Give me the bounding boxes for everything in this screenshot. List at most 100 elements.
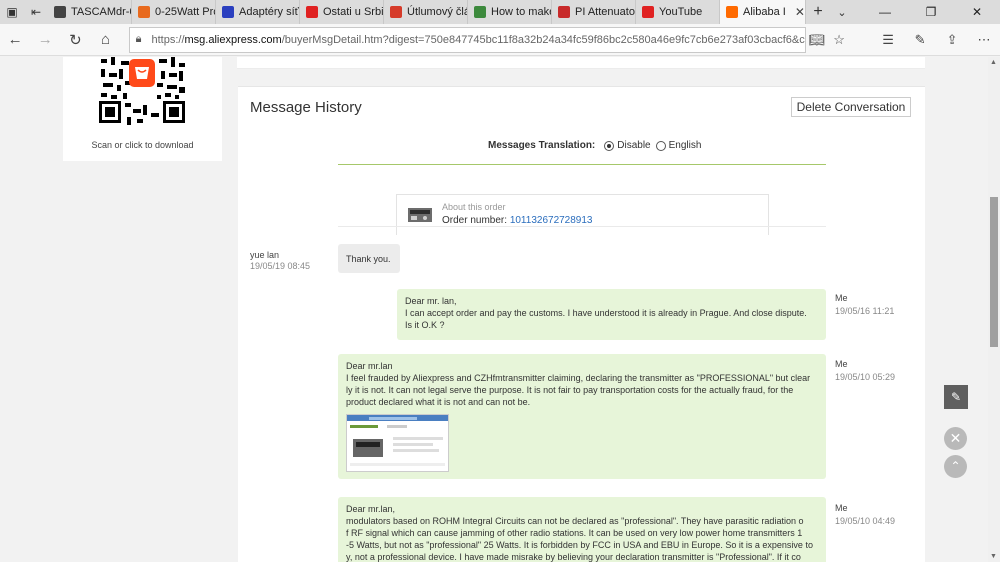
new-tab-button[interactable]: + <box>806 0 830 24</box>
maximize-icon[interactable]: ❐ <box>908 0 954 24</box>
tab-label: Ostati u Srbij <box>323 6 384 18</box>
share-icon[interactable]: ⇪ <box>936 32 968 48</box>
message-time: 19/05/19 08:45 <box>250 261 311 271</box>
message-sender: yue lan 19/05/19 08:45 <box>250 250 310 271</box>
close-circle-icon[interactable]: ✕ <box>944 427 967 450</box>
message-bubble: Dear mr.lan I feel frauded by Aliexpress… <box>338 354 826 479</box>
radio-english[interactable] <box>655 140 666 151</box>
tab-actions-icon[interactable]: ▣ <box>0 0 24 24</box>
scroll-down-icon[interactable]: ▼ <box>990 553 997 560</box>
refresh-icon[interactable]: ↻ <box>60 31 90 49</box>
message-bubble: Dear mr.lan, modulators based on ROHM In… <box>338 497 826 562</box>
top-panel-edge <box>237 57 925 69</box>
radio-english-label[interactable]: English <box>669 140 702 151</box>
message-line: I feel frauded by Aliexpress and CZHfmtr… <box>346 373 811 383</box>
tab-label: How to make <box>491 6 552 18</box>
sender-name: Me <box>835 293 848 303</box>
tab-8-active[interactable]: Alibaba I ✕ <box>720 0 806 24</box>
message-line: Dear mr. lan, <box>405 296 457 306</box>
screenshot-thumbnail-icon[interactable] <box>347 415 448 471</box>
divider <box>338 226 826 227</box>
translation-label: Messages Translation: <box>488 140 596 151</box>
forward-icon[interactable]: → <box>30 31 60 48</box>
web-note-icon[interactable]: ✎ <box>904 32 936 48</box>
message-sender: Me 19/05/16 11:21 <box>835 293 894 316</box>
navigation-bar: ← → ↻ ⌂ 🔒︎ https:// msg.aliexpress.com /… <box>0 24 1000 56</box>
tab-5[interactable]: How to make <box>468 0 552 24</box>
message-time: 19/05/16 11:21 <box>835 306 895 316</box>
tab-favicon-icon <box>138 6 150 18</box>
aliexpress-favicon-icon <box>726 6 738 18</box>
message-line: y, not a professional device. I have mad… <box>346 552 801 562</box>
translation-options: Messages Translation: Disable English <box>488 140 701 151</box>
radio-disable[interactable] <box>604 140 615 151</box>
scroll-up-icon[interactable]: ▲ <box>990 59 997 66</box>
youtube-favicon-icon <box>306 6 318 18</box>
delete-conversation-button[interactable]: Delete Conversation <box>791 97 911 117</box>
url-host: msg.aliexpress.com <box>184 33 282 46</box>
scrollbar[interactable]: ▲ ▼ <box>988 57 1000 562</box>
message-line: -5 Watts, but not as "professional" 25 W… <box>346 540 813 550</box>
url-path: /buyerMsgDetail.htm?digest=750e847745bc1… <box>281 33 805 46</box>
reading-view-icon[interactable]: 📖︎ <box>806 32 828 48</box>
message-line: Thank you. <box>346 254 391 264</box>
message-line: Dear mr.lan <box>346 361 393 371</box>
qr-code-icon[interactable] <box>99 57 185 127</box>
divider <box>338 164 826 165</box>
attachment-image[interactable] <box>346 414 449 472</box>
order-card[interactable]: About this order Order number: 101132672… <box>396 194 769 235</box>
message-time: 19/05/10 05:29 <box>835 372 896 382</box>
message-sender: Me 19/05/10 05:29 <box>835 359 895 382</box>
message-bubble: Thank you. <box>338 244 400 273</box>
sender-name: Me <box>835 503 848 513</box>
message-line: modulators based on ROHM Integral Circui… <box>346 516 804 526</box>
lock-icon[interactable]: 🔒︎ <box>136 33 142 46</box>
tab-4[interactable]: Útlumový člá <box>384 0 468 24</box>
home-icon[interactable]: ⌂ <box>90 31 120 48</box>
message-bubble: Dear mr. lan, I can accept order and pay… <box>397 289 826 340</box>
tab-label: YouTube <box>659 6 703 18</box>
tab-1[interactable]: 0-25Watt Prc <box>132 0 216 24</box>
back-icon[interactable]: ← <box>0 31 30 48</box>
tab-bar: ▣ ⇤ TASCAMdr-0 0-25Watt Prc Adaptéry síť… <box>0 0 1000 24</box>
tab-0[interactable]: TASCAMdr-0 <box>48 0 132 24</box>
order-about-label: About this order <box>442 202 506 212</box>
url-scheme: https:// <box>151 33 185 46</box>
scroll-to-top-icon[interactable]: ⌃ <box>944 455 967 478</box>
tab-label: Adaptéry síťc <box>239 6 300 18</box>
close-window-icon[interactable]: ✕ <box>954 0 1000 24</box>
radio-disable-label[interactable]: Disable <box>617 140 650 151</box>
order-number-link[interactable]: 101132672728913 <box>510 215 593 226</box>
app-download-card[interactable]: Scan or click to download <box>63 57 222 161</box>
favorites-hub-icon[interactable]: ☰ <box>872 32 904 48</box>
tab-favicon-icon <box>474 6 486 18</box>
tab-label: TASCAMdr-0 <box>71 6 132 18</box>
message-line: I can accept order and pay the customs. … <box>405 308 807 318</box>
tab-6[interactable]: PI Attenuato <box>552 0 636 24</box>
tab-label: Útlumový člá <box>407 6 468 18</box>
scrollbar-thumb[interactable] <box>990 197 998 347</box>
page-content: Scan or click to download Message Histor… <box>0 57 988 562</box>
address-bar[interactable]: 🔒︎ https:// msg.aliexpress.com /buyerMsg… <box>128 26 807 53</box>
sender-name: Me <box>835 359 848 369</box>
tab-3[interactable]: Ostati u Srbij <box>300 0 384 24</box>
edit-pencil-icon[interactable]: ✎ <box>944 385 968 409</box>
qr-caption[interactable]: Scan or click to download <box>63 140 222 150</box>
page-title: Message History <box>250 99 362 116</box>
product-thumbnail-icon[interactable] <box>406 205 434 225</box>
minimize-icon[interactable]: — <box>862 0 908 24</box>
tab-2[interactable]: Adaptéry síťc <box>216 0 300 24</box>
tab-7[interactable]: YouTube <box>636 0 720 24</box>
tab-label: 0-25Watt Prc <box>155 6 216 18</box>
tab-favicon-icon <box>558 6 570 18</box>
message-line: Is it O.K ? <box>405 320 445 330</box>
close-tab-icon[interactable]: ✕ <box>795 5 805 19</box>
set-aside-tabs-icon[interactable]: ⇤ <box>24 0 48 24</box>
tab-favicon-icon <box>222 6 234 18</box>
favorite-star-icon[interactable]: ☆ <box>828 32 850 48</box>
message-line: f RF signal which can cause jamming of o… <box>346 528 803 538</box>
tab-list-chevron-icon[interactable]: ⌄ <box>830 0 854 24</box>
more-menu-icon[interactable]: ⋯ <box>968 32 1000 48</box>
message-line: Dear mr.lan, <box>346 504 396 514</box>
sender-name: yue lan <box>250 250 280 260</box>
